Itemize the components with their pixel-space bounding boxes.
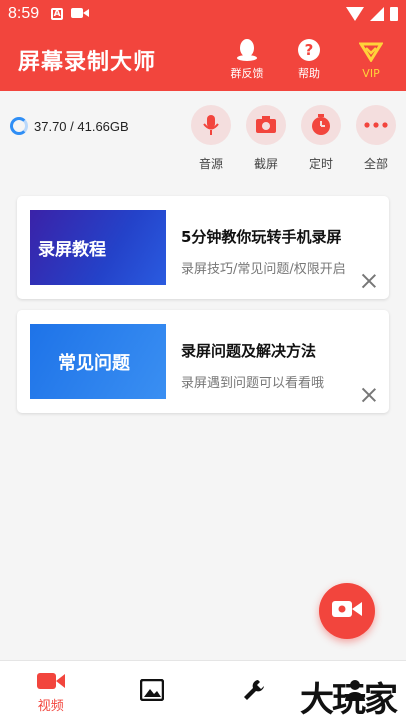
tool-audio-source-label: 音源 [198,157,223,171]
nav-images[interactable] [102,661,204,723]
faq-thumbnail: 常见问题 [30,324,166,399]
storage-indicator: 37.70 / 41.66GB [10,117,129,135]
group-feedback-button[interactable]: 群反馈 [230,38,264,81]
watermark: 大玩家 [300,680,398,720]
vip-diamond-icon [359,40,383,64]
group-feedback-label: 群反馈 [230,67,264,80]
wrench-icon [242,678,266,706]
tool-screenshot[interactable]: 截屏 [246,105,286,172]
notification-a-icon: A [51,8,64,20]
tool-audio-source[interactable]: 音源 [191,105,231,172]
video-camera-icon [332,599,362,623]
status-time: 8:59 [8,5,40,22]
nav-video-label: 视频 [37,698,64,714]
faq-card[interactable]: 常见问题 录屏问题及解决方法 录屏遇到问题可以看看哦 [17,310,389,413]
nav-tools[interactable] [203,661,305,723]
tutorial-thumbnail: 录屏教程 [30,210,166,285]
faq-card-subtitle: 录屏遇到问题可以看看哦 [181,376,325,391]
timer-icon [301,105,341,145]
help-button[interactable]: ? 帮助 [292,38,326,81]
tool-all-label: 全部 [363,157,388,171]
storage-text: 37.70 / 41.66GB [34,118,129,134]
tool-timer-label: 定时 [308,157,333,171]
app-title: 屏幕录制大师 [18,49,157,75]
help-icon: ? [298,39,320,61]
help-label: 帮助 [298,67,320,80]
signal-icon [370,7,384,21]
storage-ring-icon [10,117,28,135]
storage-tools-row: 37.70 / 41.66GB 音源 截屏 定时 全部 [0,91,406,181]
camera-icon [246,105,286,145]
top-bar: 8:59 A 屏幕录制大师 群反馈 ? 帮助 VIP [0,0,406,91]
more-icon [356,105,396,145]
battery-icon [390,7,398,21]
tutorial-card-title: 5分钟教你玩转手机录屏 [181,228,342,246]
status-bar: 8:59 A [0,0,406,28]
tutorial-thumbnail-text: 录屏教程 [38,240,106,260]
tool-all[interactable]: 全部 [356,105,396,172]
tutorial-card[interactable]: 录屏教程 5分钟教你玩转手机录屏 录屏技巧/常见问题/权限开启 [17,196,389,299]
vip-button[interactable]: VIP [354,40,388,80]
image-icon [140,678,165,705]
faq-thumbnail-text: 常见问题 [58,352,130,374]
nav-video[interactable]: 视频 [0,661,102,723]
tool-timer[interactable]: 定时 [301,105,341,172]
close-icon[interactable] [361,273,377,289]
faq-card-title: 录屏问题及解决方法 [181,342,317,360]
video-icon [36,671,65,695]
record-fab-button[interactable] [319,583,375,639]
tutorial-card-subtitle: 录屏技巧/常见问题/权限开启 [181,262,346,277]
app-bar: 屏幕录制大师 群反馈 ? 帮助 VIP [0,28,406,91]
close-icon[interactable] [361,387,377,403]
qq-penguin-icon [235,38,259,62]
record-status-icon [71,5,90,23]
tool-screenshot-label: 截屏 [253,157,278,171]
wifi-icon [346,7,364,21]
vip-label: VIP [362,66,380,80]
microphone-icon [191,105,231,145]
